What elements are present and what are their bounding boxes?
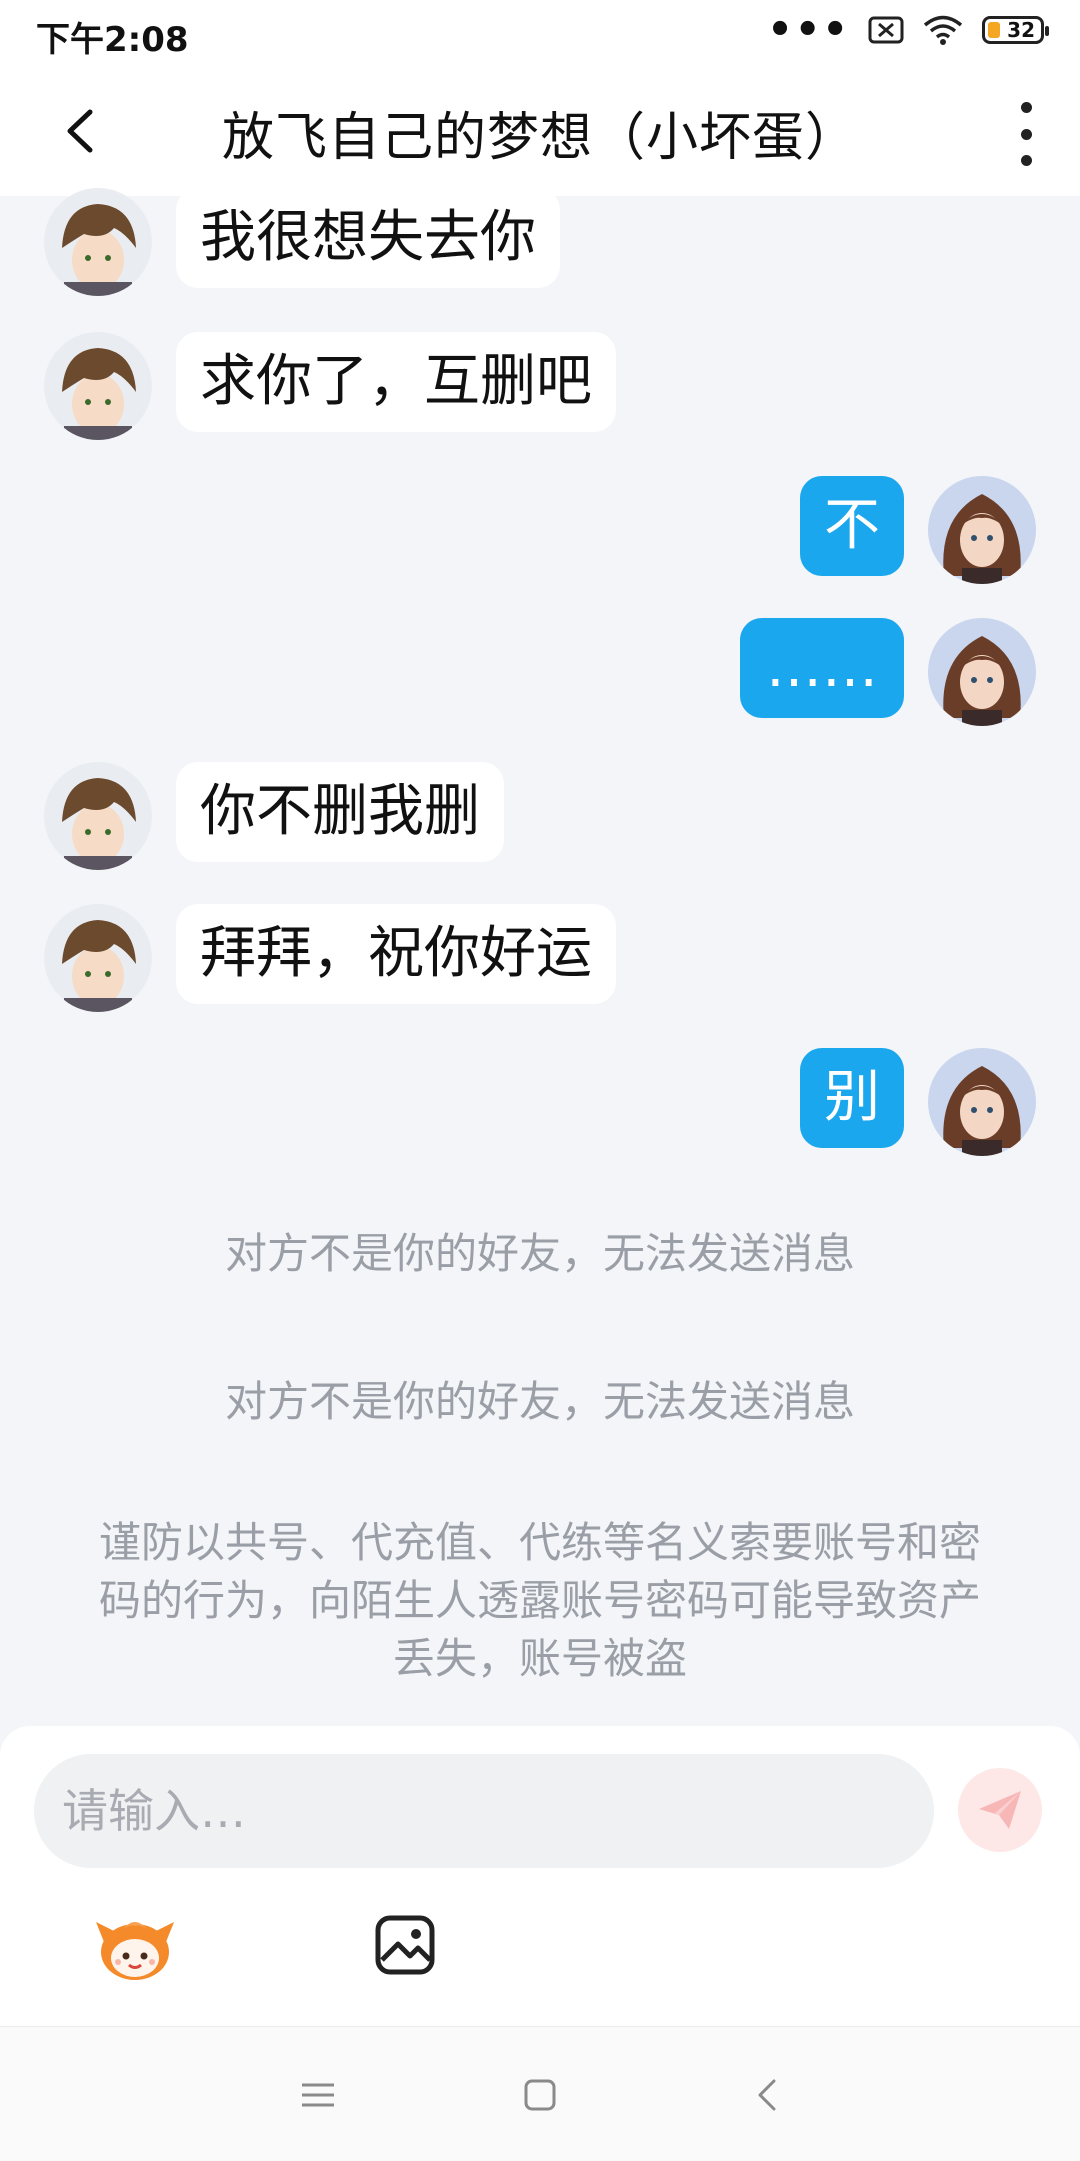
home-icon[interactable] xyxy=(520,2075,560,2115)
system-message: 对方不是你的好友，无法发送消息 xyxy=(224,1229,855,1278)
more-dots-icon: ••• xyxy=(767,7,850,53)
message-row: 不 xyxy=(800,476,1036,584)
status-bar: 下午2:08 ••• 32 xyxy=(0,0,1080,68)
status-icons: ••• 32 xyxy=(767,7,1049,53)
my-avatar[interactable] xyxy=(928,476,1036,584)
chat-area[interactable]: 我很想失去你 求你了，互删吧 不 …… 你不删我删 拜拜，祝你好运 别 对方不是… xyxy=(0,188,1080,1726)
friend-avatar[interactable] xyxy=(44,762,152,870)
message-bubble[interactable]: …… xyxy=(740,618,904,718)
message-bubble[interactable]: 拜拜，祝你好运 xyxy=(176,904,616,1004)
page-title: 放飞自己的梦想（小坏蛋） xyxy=(221,107,858,168)
message-bubble[interactable]: 不 xyxy=(800,476,904,576)
battery-icon: 32 xyxy=(982,16,1049,44)
menu-icon[interactable] xyxy=(298,2075,338,2115)
message-bubble[interactable]: 你不删我删 xyxy=(176,762,504,862)
message-row: 别 xyxy=(800,1048,1036,1156)
message-bubble[interactable]: 别 xyxy=(800,1048,904,1148)
friend-avatar[interactable] xyxy=(44,904,152,1012)
chat-header: 放飞自己的梦想（小坏蛋） xyxy=(0,68,1080,196)
back-nav-icon[interactable] xyxy=(748,2075,788,2115)
message-row: …… xyxy=(740,618,1036,726)
message-bubble[interactable]: 我很想失去你 xyxy=(176,188,560,288)
my-avatar[interactable] xyxy=(928,618,1036,726)
message-row: 拜拜，祝你好运 xyxy=(44,904,616,1012)
status-time: 下午2:08 xyxy=(36,20,189,60)
my-avatar[interactable] xyxy=(928,1048,1036,1156)
battery-level: 32 xyxy=(1007,18,1035,42)
wifi-icon xyxy=(923,15,963,45)
friend-avatar[interactable] xyxy=(44,332,152,440)
sim-x-icon xyxy=(868,16,904,44)
send-icon xyxy=(979,1791,1021,1829)
message-row: 你不删我删 xyxy=(44,762,504,870)
message-row: 我很想失去你 xyxy=(44,188,560,296)
message-row: 求你了，互删吧 xyxy=(44,332,616,440)
more-vertical-icon[interactable] xyxy=(1014,102,1038,166)
security-notice: 谨防以共号、代充值、代练等名义索要账号和密码的行为，向陌生人透露账号密码可能导致… xyxy=(98,1518,981,1683)
system-navigation-bar xyxy=(0,2026,1080,2161)
chevron-left-icon[interactable] xyxy=(58,106,108,156)
system-message: 对方不是你的好友，无法发送消息 xyxy=(224,1377,855,1426)
message-composer xyxy=(0,1726,1080,2026)
message-input[interactable] xyxy=(34,1754,934,1868)
emoji-mascot-icon[interactable] xyxy=(94,1912,176,1982)
message-bubble[interactable]: 求你了，互删吧 xyxy=(176,332,616,432)
image-icon[interactable] xyxy=(374,1914,436,1976)
friend-avatar[interactable] xyxy=(44,188,152,296)
send-button[interactable] xyxy=(958,1768,1042,1852)
